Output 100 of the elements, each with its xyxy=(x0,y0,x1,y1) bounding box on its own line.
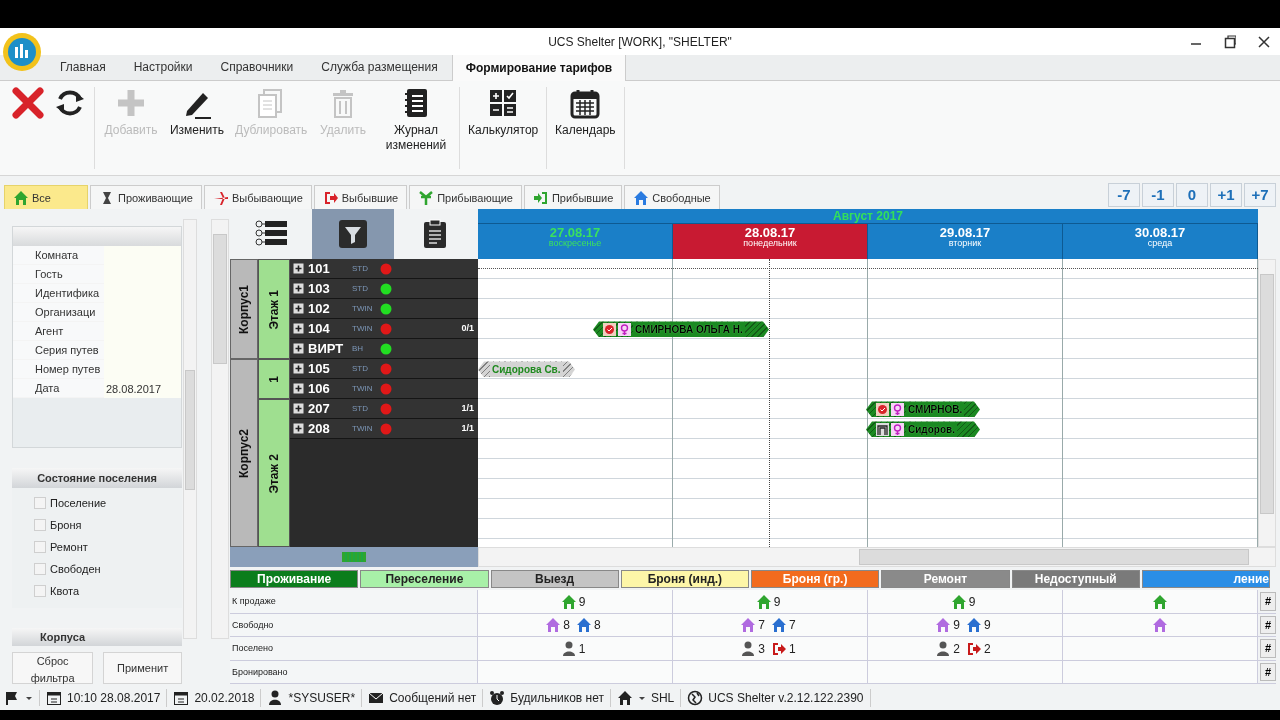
panel-button[interactable]: Сброс фильтра xyxy=(12,652,94,685)
scrollbar[interactable] xyxy=(478,547,1276,568)
row-button[interactable]: # xyxy=(1260,639,1276,658)
room-row[interactable]: 102 TWIN xyxy=(290,299,478,320)
checkbox[interactable] xyxy=(34,585,46,598)
expand-icon[interactable] xyxy=(293,343,304,355)
floor-label[interactable]: 1 xyxy=(258,359,290,400)
ribbon-tab[interactable]: Главная xyxy=(46,53,120,81)
toolbar-button[interactable]: Журнал изменений xyxy=(379,87,453,153)
input-field[interactable] xyxy=(104,246,181,266)
field-label: Номер путев xyxy=(13,360,104,379)
field-label: Гость xyxy=(13,265,104,284)
filter-tab[interactable]: Прибывшие xyxy=(523,185,623,210)
panel-button[interactable]: Применит xyxy=(103,652,182,685)
checkbox[interactable] xyxy=(34,541,46,554)
room-row[interactable]: 207 STD 1/1 xyxy=(290,399,478,420)
expand-icon[interactable] xyxy=(293,303,304,315)
checkbox[interactable] xyxy=(34,519,46,532)
checkbox-label: Поселение xyxy=(50,496,107,512)
filter-tab[interactable]: Выбывшие xyxy=(313,185,408,210)
expand-icon[interactable] xyxy=(293,363,304,375)
ribbon-tab[interactable]: Справочники xyxy=(206,53,308,81)
ribbon-tab[interactable]: Настройки xyxy=(119,53,207,81)
calendar-icon xyxy=(569,87,602,120)
filter-tab[interactable]: Прибывающие xyxy=(409,185,522,210)
day-shift-button[interactable]: +1 xyxy=(1210,182,1242,207)
flag-icon[interactable] xyxy=(4,690,20,707)
home-icon[interactable] xyxy=(616,690,633,707)
expand-icon[interactable] xyxy=(293,263,304,275)
stat-count: 7 xyxy=(789,617,796,635)
day-shift-button[interactable]: 0 xyxy=(1176,182,1208,207)
stat-count: 9 xyxy=(984,617,991,635)
row-button[interactable]: # xyxy=(1260,662,1276,682)
calendar-icon[interactable] xyxy=(173,690,190,707)
room-row[interactable]: 103 STD xyxy=(290,279,478,300)
status-text: 20.02.2018 xyxy=(194,690,255,708)
expand-icon[interactable] xyxy=(293,323,304,335)
room-row[interactable]: ВИРТ BH xyxy=(290,339,478,360)
guest-name: СМИРНОВА ОЛЬГА Н. xyxy=(633,321,745,337)
filter-tab[interactable]: Проживающие xyxy=(90,185,202,210)
scrollbar[interactable] xyxy=(211,219,229,640)
field-label: Организаци xyxy=(13,303,104,322)
building-label[interactable]: Корпус1 xyxy=(230,259,258,360)
room-row[interactable]: 104 TWIN 0/1 xyxy=(290,319,478,340)
booking-bar[interactable]: Сидоров. xyxy=(866,421,980,438)
room-row[interactable]: 105 STD xyxy=(290,359,478,380)
day-shift-button[interactable]: +7 xyxy=(1244,182,1276,207)
house-icon xyxy=(966,617,982,634)
globe-icon[interactable] xyxy=(687,690,704,707)
stat-count: 3 xyxy=(758,640,765,658)
row-button[interactable]: # xyxy=(1260,615,1276,635)
checkbox[interactable] xyxy=(34,497,46,510)
expand-icon[interactable] xyxy=(293,283,304,295)
expand-icon[interactable] xyxy=(293,403,304,415)
toolbar-button[interactable]: Изменить xyxy=(167,87,227,138)
day-date: 28.08.17 xyxy=(743,224,797,240)
status-text: UCS Shelter v.2.12.122.2390 xyxy=(708,690,864,708)
room-number: 106 xyxy=(308,380,331,399)
expand-icon[interactable] xyxy=(293,383,304,395)
day-header[interactable]: 28.08.17 понедельник xyxy=(673,224,868,260)
alarm-clock-icon[interactable] xyxy=(489,690,506,707)
view-button[interactable] xyxy=(312,209,394,260)
scrollbar[interactable] xyxy=(183,219,197,640)
filter-tab[interactable]: Выбывающие xyxy=(203,185,312,210)
expand-icon[interactable] xyxy=(293,423,304,435)
enter-icon xyxy=(532,189,549,206)
floor-label[interactable]: Этаж 2 xyxy=(258,399,290,548)
scrollbar[interactable] xyxy=(1258,259,1276,548)
room-row[interactable]: 208 TWIN 1/1 xyxy=(290,419,478,440)
filter-tab[interactable]: Все xyxy=(4,185,88,210)
room-row[interactable]: 106 TWIN xyxy=(290,379,478,400)
arrows-icon xyxy=(418,189,435,206)
field-label: Агент xyxy=(13,322,104,341)
row-button[interactable]: # xyxy=(1260,592,1276,611)
building-label[interactable]: Корпус2 xyxy=(230,359,258,548)
toolbar-button[interactable]: Календарь xyxy=(553,87,618,138)
filter-tab[interactable]: Свободные xyxy=(624,185,720,210)
window-title: UCS Shelter [WORK], "SHELTER" xyxy=(548,33,732,51)
day-shift-button[interactable]: -7 xyxy=(1108,182,1140,207)
stat-count: 1 xyxy=(578,640,586,658)
room-row[interactable]: 101 STD xyxy=(290,259,478,280)
field-label: Серия путев xyxy=(13,341,104,360)
checkbox-label: Броня xyxy=(50,518,82,534)
status-text: *SYSUSER* xyxy=(288,690,356,708)
booking-bar[interactable]: СМИРНОВ. xyxy=(866,401,980,418)
input-field[interactable]: 28.08.2017 xyxy=(104,379,181,399)
checkbox-label: Квота xyxy=(50,584,80,600)
stat-label: К продаже xyxy=(230,590,478,613)
toolbar-button[interactable]: Калькулятор xyxy=(466,87,540,138)
booking-bar[interactable]: СМИРНОВА ОЛЬГА Н. xyxy=(593,321,769,338)
user-icon[interactable] xyxy=(267,690,284,707)
ribbon-tab[interactable]: Формирование тарифов xyxy=(451,54,627,82)
floor-label[interactable]: Этаж 1 xyxy=(258,259,290,360)
ribbon-tab[interactable]: Служба размещения xyxy=(307,53,452,81)
house-icon xyxy=(1152,617,1168,634)
calendar-icon[interactable] xyxy=(46,690,62,707)
room-type: BH xyxy=(352,342,365,355)
day-shift-button[interactable]: -1 xyxy=(1142,182,1174,207)
checkbox[interactable] xyxy=(34,563,46,576)
occupancy-count: 0/1 xyxy=(461,322,475,336)
